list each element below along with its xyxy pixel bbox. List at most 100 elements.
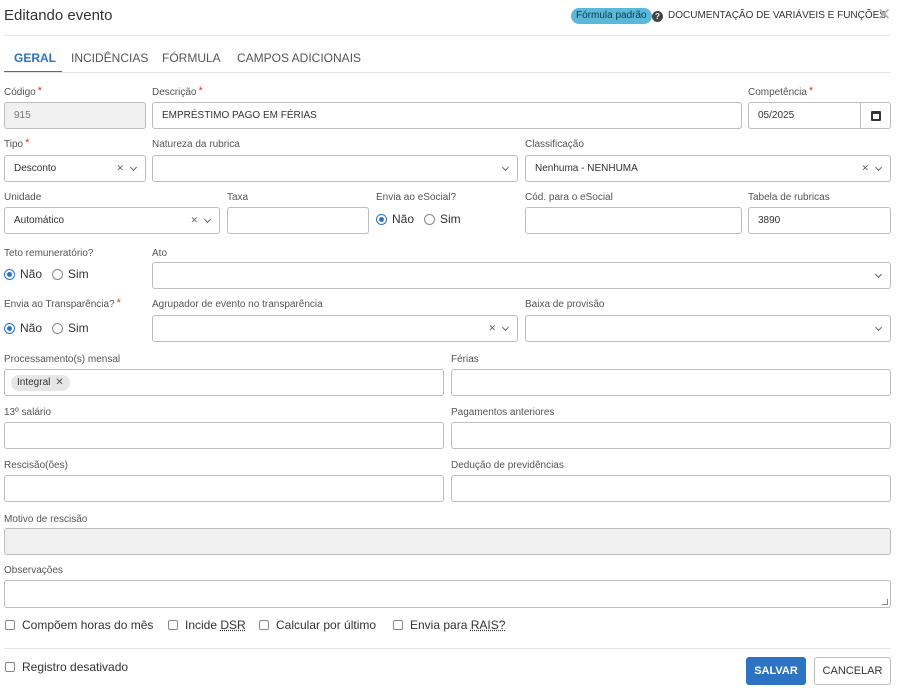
calendar-button[interactable] bbox=[860, 103, 890, 128]
cancel-button[interactable]: CANCELAR bbox=[814, 657, 891, 685]
clear-icon[interactable]: ✕ bbox=[190, 215, 198, 226]
chevron-down-icon[interactable] bbox=[203, 215, 212, 223]
radio-label-nao: Não bbox=[392, 212, 415, 226]
tab-campos-adicionais[interactable]: CAMPOS ADICIONAIS bbox=[237, 51, 361, 65]
footer-divider bbox=[4, 648, 891, 649]
calcular-ultimo-label: Calcular por último bbox=[276, 618, 377, 632]
registro-desativado-checkbox-row[interactable]: Registro desativado bbox=[5, 660, 128, 674]
envia-transparencia-sim-radio[interactable] bbox=[52, 322, 64, 334]
documentation-link[interactable]: ? DOCUMENTAÇÃO DE VARIÁVEIS E FUNÇÕES bbox=[652, 8, 886, 24]
competencia-label: Competência * bbox=[748, 85, 814, 99]
processamento-label: Processamento(s) mensal bbox=[4, 354, 121, 365]
teto-nao-radio[interactable] bbox=[4, 268, 15, 280]
decimo-terceiro-field[interactable] bbox=[4, 422, 444, 449]
tab-geral[interactable]: GERAL bbox=[14, 51, 56, 65]
horas-mes-label: Compõem horas do mês bbox=[22, 618, 154, 632]
incide-dsr-checkbox-row[interactable]: Incide DSR bbox=[168, 618, 246, 632]
chevron-down-icon[interactable] bbox=[129, 163, 138, 171]
horas-mes-checkbox[interactable] bbox=[5, 620, 15, 630]
ato-label: Ato bbox=[152, 248, 168, 259]
ato-select[interactable] bbox=[152, 262, 891, 289]
save-button[interactable]: SALVAR bbox=[746, 657, 806, 685]
observacoes-label: Observações bbox=[4, 565, 63, 576]
ferias-field[interactable] bbox=[451, 369, 891, 396]
processamento-multiselect[interactable]: Integral ✕ bbox=[4, 369, 444, 396]
tab-formula[interactable]: FÓRMULA bbox=[162, 51, 221, 65]
close-icon[interactable]: ✕ bbox=[877, 5, 891, 25]
radio-label-nao: Não bbox=[20, 267, 43, 281]
classificacao-select[interactable]: Nenhuma - NENHUMA ✕ bbox=[525, 155, 891, 182]
envia-transparencia-radio-group: Não Sim bbox=[4, 321, 89, 335]
tipo-select[interactable]: Desconto ✕ bbox=[4, 155, 146, 182]
envia-esocial-sim-radio[interactable] bbox=[424, 213, 436, 225]
help-icon: ? bbox=[652, 10, 663, 22]
envia-esocial-label: Envia ao eSocial? bbox=[376, 192, 457, 203]
descricao-label: Descrição * bbox=[152, 85, 203, 99]
remove-chip-icon[interactable]: ✕ bbox=[55, 377, 63, 388]
envia-esocial-nao-radio[interactable] bbox=[376, 213, 387, 225]
teto-sim-radio[interactable] bbox=[52, 268, 64, 280]
agrupador-label: Agrupador de evento no transparência bbox=[152, 299, 323, 310]
tabs-divider bbox=[4, 72, 891, 73]
motivo-rescisao-label: Motivo de rescisão bbox=[4, 514, 88, 525]
codigo-label: Código * bbox=[4, 85, 42, 99]
chevron-down-icon[interactable] bbox=[501, 323, 510, 331]
calcular-ultimo-checkbox[interactable] bbox=[259, 620, 269, 630]
radio-label-sim: Sim bbox=[68, 267, 89, 281]
radio-label-nao: Não bbox=[20, 321, 43, 335]
rais-checkbox-row[interactable]: Envia para RAIS? bbox=[393, 618, 505, 632]
resize-handle[interactable] bbox=[882, 599, 888, 605]
clear-icon[interactable]: ✕ bbox=[488, 323, 496, 334]
rais-label: Envia para RAIS? bbox=[410, 618, 506, 632]
envia-transparencia-label: Envia ao Transparência? * bbox=[4, 297, 121, 311]
unidade-select[interactable]: Automático ✕ bbox=[4, 207, 220, 234]
codigo-field: 915 bbox=[4, 102, 146, 129]
registro-desativado-checkbox[interactable] bbox=[5, 662, 15, 672]
competencia-field[interactable]: 05/2025 bbox=[748, 102, 891, 129]
rais-checkbox[interactable] bbox=[393, 620, 403, 630]
chevron-down-icon[interactable] bbox=[874, 163, 883, 171]
unidade-label: Unidade bbox=[4, 192, 42, 203]
chevron-down-icon[interactable] bbox=[874, 270, 883, 278]
header-divider bbox=[4, 35, 891, 36]
baixa-provisao-select[interactable] bbox=[525, 315, 891, 342]
incide-dsr-checkbox[interactable] bbox=[168, 620, 178, 630]
processamento-chip: Integral ✕ bbox=[11, 374, 70, 391]
deducao-field[interactable] bbox=[451, 475, 891, 502]
clear-icon[interactable]: ✕ bbox=[861, 163, 869, 174]
envia-transparencia-nao-radio[interactable] bbox=[4, 322, 15, 334]
registro-desativado-label: Registro desativado bbox=[22, 660, 129, 674]
teto-label: Teto remuneratório? bbox=[4, 248, 94, 259]
teto-radio-group: Não Sim bbox=[4, 267, 89, 281]
observacoes-textarea[interactable] bbox=[4, 580, 891, 608]
radio-label-sim: Sim bbox=[440, 212, 461, 226]
chip-label: Integral bbox=[17, 377, 51, 388]
chevron-down-icon[interactable] bbox=[874, 323, 883, 331]
formula-padrao-badge[interactable]: Fórmula padrão bbox=[571, 8, 652, 24]
tipo-label: Tipo * bbox=[4, 137, 30, 151]
natureza-label: Natureza da rubrica bbox=[152, 139, 240, 150]
baixa-provisao-label: Baixa de provisão bbox=[525, 299, 605, 310]
calendar-icon bbox=[870, 110, 881, 121]
envia-esocial-radio-group: Não Sim bbox=[376, 212, 461, 226]
descricao-field[interactable]: EMPRÉSTIMO PAGO EM FÉRIAS bbox=[152, 102, 742, 129]
agrupador-select[interactable]: ✕ bbox=[152, 315, 518, 342]
clear-icon[interactable]: ✕ bbox=[116, 163, 124, 174]
taxa-label: Taxa bbox=[227, 192, 249, 203]
classificacao-label: Classificação bbox=[525, 139, 584, 150]
radio-label-sim: Sim bbox=[68, 321, 89, 335]
pagamentos-anteriores-field[interactable] bbox=[451, 422, 891, 449]
decimo-terceiro-label: 13º salário bbox=[4, 407, 52, 418]
taxa-field[interactable] bbox=[227, 207, 369, 234]
cod-esocial-field[interactable] bbox=[525, 207, 742, 234]
tabela-rubricas-field[interactable]: 3890 bbox=[748, 207, 891, 234]
rescisao-field[interactable] bbox=[4, 475, 444, 502]
calcular-ultimo-checkbox-row[interactable]: Calcular por último bbox=[259, 618, 376, 632]
horas-mes-checkbox-row[interactable]: Compõem horas do mês bbox=[5, 618, 153, 632]
rescisao-label: Rescisão(ões) bbox=[4, 460, 68, 471]
motivo-rescisao-field bbox=[4, 528, 891, 555]
natureza-select[interactable] bbox=[152, 155, 518, 182]
chevron-down-icon[interactable] bbox=[501, 163, 510, 171]
tab-incidencias[interactable]: INCIDÊNCIAS bbox=[71, 51, 148, 65]
ferias-label: Férias bbox=[451, 354, 479, 365]
